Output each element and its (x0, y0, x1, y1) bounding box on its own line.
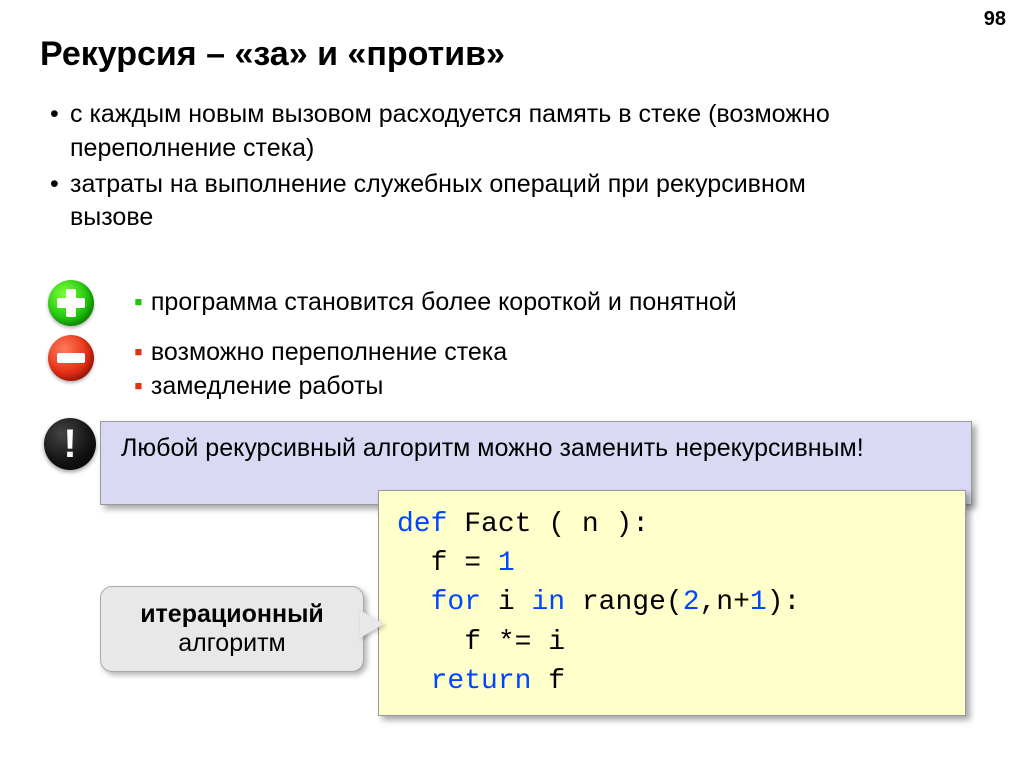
keyword-return: return (431, 666, 532, 697)
bullet-dot: • (50, 98, 70, 166)
label-line: алгоритм (178, 629, 285, 658)
pro-item: ▪ программа становится более короткой и п… (134, 288, 737, 317)
code-line: f = 1 (397, 544, 947, 583)
slide-title: Рекурсия – «за» и «против» (40, 35, 505, 74)
bullet-text: затраты на выполнение служебных операций… (70, 168, 890, 236)
keyword-def: def (397, 509, 447, 540)
label-line: итерационный (140, 600, 324, 629)
plus-icon (48, 280, 94, 326)
pro-text: программа становится более короткой и по… (151, 288, 737, 316)
square-bullet-icon: ▪ (134, 372, 143, 400)
square-bullet-icon: ▪ (134, 288, 143, 316)
code-line: for i in range(2,n+1): (397, 583, 947, 622)
bullet-item: • затраты на выполнение служебных операц… (50, 168, 890, 236)
con-item: ▪ замедление работы (134, 372, 383, 401)
keyword-in: in (531, 587, 565, 618)
code-line: f *= i (397, 623, 947, 662)
code-block: def Fact ( n ): f = 1 for i in range(2,n… (378, 490, 966, 716)
callout-pointer-icon (360, 610, 384, 638)
square-bullet-icon: ▪ (134, 338, 143, 366)
con-text: замедление работы (151, 372, 384, 400)
page-number: 98 (984, 8, 1006, 31)
con-text: возможно переполнение стека (151, 338, 507, 366)
main-bullets: • с каждым новым вызовом расходуется пам… (50, 98, 890, 237)
bullet-text: с каждым новым вызовом расходуется памят… (70, 98, 890, 166)
minus-icon (48, 335, 94, 381)
exclamation-icon: ! (44, 418, 96, 470)
code-line: def Fact ( n ): (397, 505, 947, 544)
bullet-dot: • (50, 168, 70, 236)
keyword-for: for (431, 587, 481, 618)
con-item: ▪ возможно переполнение стека (134, 338, 507, 367)
algorithm-label: итерационный алгоритм (100, 586, 364, 672)
code-line: return f (397, 662, 947, 701)
bullet-item: • с каждым новым вызовом расходуется пам… (50, 98, 890, 166)
